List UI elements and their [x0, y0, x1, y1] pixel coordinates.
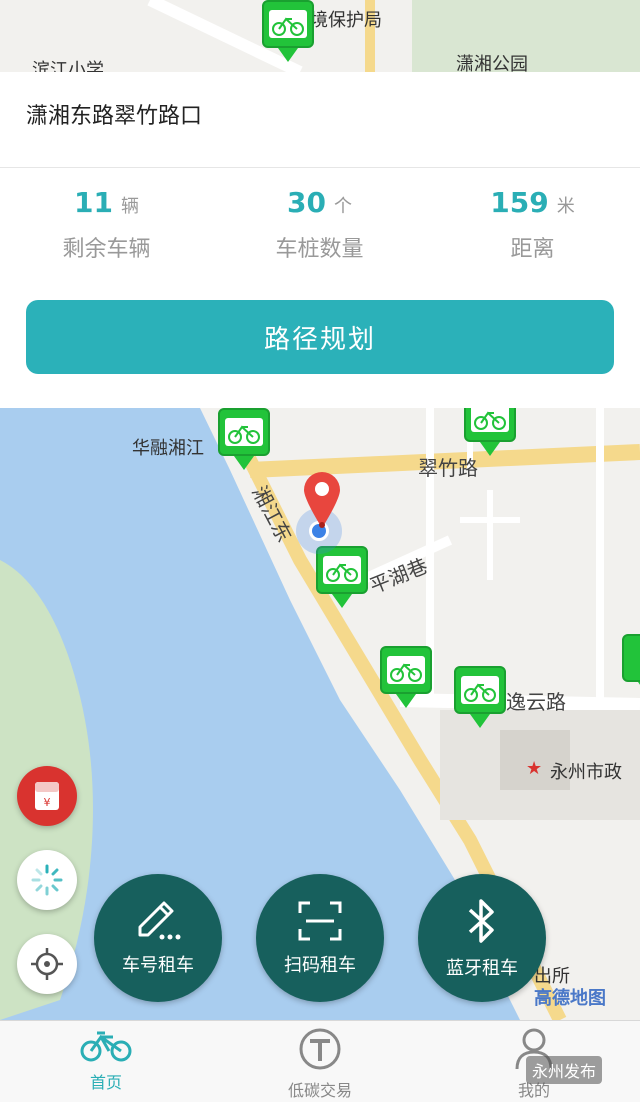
stat-unit: 米	[556, 196, 575, 217]
stat-distance: 159 米 距离	[426, 186, 639, 263]
bike-icon	[225, 418, 263, 446]
tab-low-carbon-trade[interactable]: 低碳交易	[240, 1027, 400, 1101]
publisher-watermark: 永州发布	[526, 1056, 603, 1084]
action-label: 车号租车	[122, 955, 194, 976]
map-attribution: 高德地图	[534, 988, 606, 1009]
scan-frame-icon	[298, 901, 342, 941]
government-star-icon: ★	[526, 758, 543, 779]
stat-unit: 个	[333, 196, 352, 217]
stat-value: 30	[287, 186, 326, 219]
map-place-huarong: 华融湘江	[132, 438, 204, 459]
tab-label: 首页	[89, 1073, 122, 1092]
locate-me-button[interactable]	[17, 934, 77, 994]
action-label: 蓝牙租车	[446, 958, 518, 979]
stat-label: 距离	[510, 237, 555, 262]
scan-rent-button[interactable]: 扫码租车	[256, 874, 384, 1002]
bike-station-pin[interactable]	[454, 666, 506, 728]
road-label-yiyun: 逸云路	[506, 690, 566, 714]
bike-icon	[323, 556, 361, 584]
refresh-button[interactable]	[17, 850, 77, 910]
bluetooth-icon	[468, 899, 494, 943]
map-place-gov: 永州市政	[550, 762, 622, 783]
stat-value: 159	[490, 186, 549, 219]
bike-icon	[269, 10, 307, 38]
stat-label: 车桩数量	[275, 237, 364, 262]
stat-unit: 辆	[120, 196, 139, 217]
bike-station-pin[interactable]	[262, 0, 314, 62]
bike-station-pin[interactable]	[622, 634, 640, 696]
bike-number-rent-button[interactable]: 车号租车	[94, 874, 222, 1002]
crosshair-icon	[31, 948, 63, 980]
bicycle-icon	[80, 1031, 132, 1062]
destination-pin-icon	[304, 472, 340, 528]
tab-home[interactable]: 首页	[26, 1027, 186, 1093]
station-address: 潇湘东路翠竹路口	[26, 104, 203, 129]
action-label: 扫码租车	[284, 955, 356, 976]
bluetooth-rent-button[interactable]: 蓝牙租车	[418, 874, 546, 1002]
bike-station-pin[interactable]	[316, 546, 368, 608]
stat-remaining-bikes: 11 辆 剩余车辆	[0, 186, 213, 263]
map-place-env-bureau: 境保护局	[310, 10, 382, 31]
route-planning-button[interactable]: 路径规划	[26, 300, 614, 374]
station-address-card: 潇湘东路翠竹路口	[0, 72, 640, 168]
trade-icon	[299, 1028, 341, 1070]
bike-icon	[461, 676, 499, 704]
red-envelope-icon: ¥	[35, 782, 59, 810]
red-packet-button[interactable]: ¥	[17, 766, 77, 826]
svg-text:¥: ¥	[44, 796, 51, 809]
stat-dock-count: 30 个 车桩数量	[213, 186, 426, 263]
station-info-panel: 11 辆 剩余车辆 30 个 车桩数量 159 米 距离 路径规划	[0, 168, 640, 408]
bike-station-pin[interactable]	[218, 408, 270, 470]
pencil-icon	[138, 901, 181, 940]
stat-value: 11	[74, 186, 113, 219]
road-label-cuizhu: 翠竹路	[418, 456, 478, 480]
loading-spinner-icon	[31, 864, 63, 896]
bike-icon	[387, 656, 425, 684]
bike-station-pin[interactable]	[380, 646, 432, 708]
tab-label: 低碳交易	[287, 1081, 352, 1100]
stat-label: 剩余车辆	[62, 237, 151, 262]
